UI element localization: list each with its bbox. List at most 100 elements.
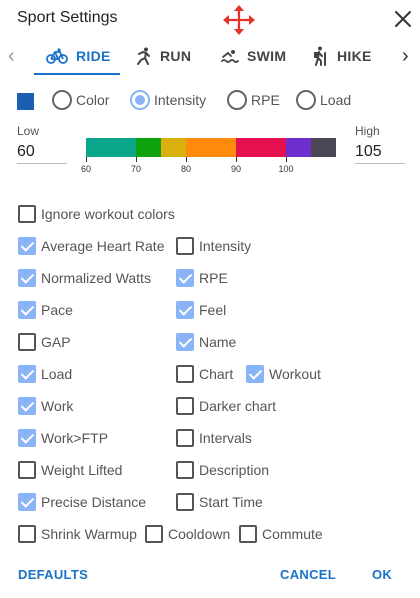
checkbox-workout[interactable]: Workout <box>246 365 321 383</box>
dialog-titlebar[interactable]: Sport Settings <box>0 0 420 38</box>
tab-swim[interactable]: SWIM <box>221 38 286 74</box>
checkbox-box[interactable] <box>145 525 163 543</box>
radio-load[interactable]: Load <box>296 90 351 110</box>
move-icon[interactable] <box>221 4 257 36</box>
checkbox-label: GAP <box>41 334 71 350</box>
checkbox-pace[interactable]: Pace <box>18 301 73 319</box>
radio-button[interactable] <box>52 90 72 110</box>
checkbox-box[interactable] <box>18 237 36 255</box>
checkbox-box[interactable] <box>18 493 36 511</box>
checkbox-box[interactable] <box>18 301 36 319</box>
checkbox-label: Commute <box>262 526 323 542</box>
radio-label: Intensity <box>154 92 207 108</box>
checkbox-shrink-warmup[interactable]: Shrink Warmup <box>18 525 137 543</box>
color-mode-row: Color Intensity RPE Load <box>0 86 420 116</box>
tick-mark <box>286 157 287 162</box>
checkbox-label: Average Heart Rate <box>41 238 165 254</box>
checkbox-box[interactable] <box>176 397 194 415</box>
checkbox-box[interactable] <box>176 237 194 255</box>
tick-mark <box>186 157 187 162</box>
color-swatch[interactable] <box>17 93 34 110</box>
checkbox-chart[interactable]: Chart <box>176 365 233 383</box>
checkbox-darker-chart[interactable]: Darker chart <box>176 397 276 415</box>
checkbox-box[interactable] <box>176 301 194 319</box>
checkbox-box[interactable] <box>176 365 194 383</box>
checkbox-feel[interactable]: Feel <box>176 301 226 319</box>
tab-ride[interactable]: RIDE <box>46 38 111 74</box>
tick-mark <box>86 157 87 162</box>
radio-label: Load <box>320 92 352 108</box>
checkbox-ignore-workout-colors[interactable]: Ignore workout colors <box>18 205 175 223</box>
checkbox-cooldown[interactable]: Cooldown <box>145 525 230 543</box>
radio-button[interactable] <box>227 90 247 110</box>
tabs-left-arrow-icon[interactable]: ‹ <box>8 46 15 66</box>
checkbox-load[interactable]: Load <box>18 365 72 383</box>
defaults-button[interactable]: DEFAULTS <box>18 567 88 582</box>
active-tab-indicator <box>34 73 120 75</box>
checkbox-intensity[interactable]: Intensity <box>176 237 251 255</box>
radio-rpe[interactable]: RPE <box>227 90 280 110</box>
intensity-band <box>236 138 286 157</box>
tick-label: 100 <box>278 164 294 174</box>
intensity-band <box>186 138 236 157</box>
tick-label: 60 <box>80 164 92 174</box>
checkbox-name[interactable]: Name <box>176 333 236 351</box>
checkbox-weight-lifted[interactable]: Weight Lifted <box>18 461 122 479</box>
checkbox-commute[interactable]: Commute <box>239 525 323 543</box>
checkbox-work[interactable]: Work <box>18 397 73 415</box>
checkbox-label: Work>FTP <box>41 430 109 446</box>
checkbox-label: Darker chart <box>199 398 277 414</box>
checkbox-label: Intervals <box>199 430 252 446</box>
checkbox-label: Workout <box>269 366 321 382</box>
checkbox-label: Feel <box>199 302 227 318</box>
tab-hike[interactable]: HIKE <box>313 38 372 74</box>
close-icon[interactable] <box>392 8 414 30</box>
ok-button[interactable]: OK <box>372 567 392 582</box>
checkbox-box[interactable] <box>176 461 194 479</box>
checkbox-box[interactable] <box>18 429 36 447</box>
checkbox-label: Name <box>199 334 237 350</box>
checkbox-normalized-watts[interactable]: Normalized Watts <box>18 269 151 287</box>
checkbox-label: Description <box>199 462 270 478</box>
radio-button[interactable] <box>296 90 316 110</box>
checkbox-work-ftp[interactable]: Work>FTP <box>18 429 108 447</box>
checkbox-label: Shrink Warmup <box>41 526 137 542</box>
radio-button[interactable] <box>130 90 150 110</box>
hike-icon <box>314 46 326 66</box>
cancel-button[interactable]: CANCEL <box>280 567 336 582</box>
checkbox-description[interactable]: Description <box>176 461 269 479</box>
checkbox-box[interactable] <box>18 205 36 223</box>
radio-label: Color <box>76 92 110 108</box>
high-input[interactable] <box>355 140 405 164</box>
checkbox-box[interactable] <box>18 365 36 383</box>
checkbox-rpe[interactable]: RPE <box>176 269 228 287</box>
checkbox-precise-distance[interactable]: Precise Distance <box>18 493 146 511</box>
radio-intensity[interactable]: Intensity <box>130 90 206 110</box>
radio-color[interactable]: Color <box>52 90 109 110</box>
checkbox-label: Normalized Watts <box>41 270 151 286</box>
checkbox-box[interactable] <box>176 493 194 511</box>
checkbox-label: Pace <box>41 302 73 318</box>
checkbox-label: Chart <box>199 366 234 382</box>
checkbox-start-time[interactable]: Start Time <box>176 493 263 511</box>
checkbox-box[interactable] <box>18 269 36 287</box>
tabs-right-arrow-icon[interactable]: › <box>402 46 409 66</box>
tab-run[interactable]: RUN <box>136 38 191 74</box>
checkbox-intervals[interactable]: Intervals <box>176 429 252 447</box>
checkbox-box[interactable] <box>176 269 194 287</box>
checkbox-label: Intensity <box>199 238 252 254</box>
checkbox-gap[interactable]: GAP <box>18 333 71 351</box>
checkbox-box[interactable] <box>176 429 194 447</box>
checkbox-box[interactable] <box>18 397 36 415</box>
checkbox-label: Ignore workout colors <box>41 206 175 222</box>
intensity-band <box>86 138 136 157</box>
checkbox-box[interactable] <box>18 461 36 479</box>
checkbox-average-heart-rate[interactable]: Average Heart Rate <box>18 237 164 255</box>
checkbox-box[interactable] <box>176 333 194 351</box>
checkbox-box[interactable] <box>18 525 36 543</box>
low-input[interactable] <box>17 140 67 164</box>
checkbox-box[interactable] <box>239 525 257 543</box>
sport-settings-dialog: Sport Settings ‹ RIDE RUN SWIM HIKE › Co… <box>0 0 420 598</box>
checkbox-box[interactable] <box>18 333 36 351</box>
checkbox-box[interactable] <box>246 365 264 383</box>
